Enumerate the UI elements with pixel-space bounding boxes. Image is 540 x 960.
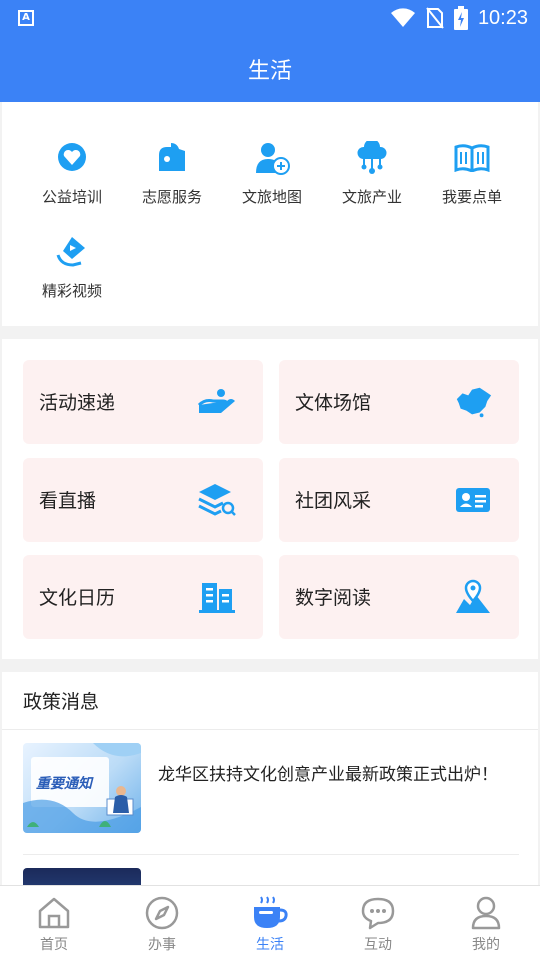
card-label: 活动速递	[39, 392, 116, 414]
tab-label: 互动	[364, 937, 392, 953]
title-bar: 生活	[0, 36, 540, 102]
app-notification-icon: A	[18, 10, 34, 26]
service-label: 文旅地图	[241, 188, 302, 206]
heart-hand-icon	[52, 138, 92, 178]
tab-life[interactable]: 生活	[216, 886, 324, 960]
status-bar: A 10:23	[0, 0, 540, 36]
clock: 10:23	[477, 6, 528, 29]
service-label: 公益培训	[41, 188, 102, 206]
tab-services[interactable]: 办事	[108, 886, 216, 960]
card-culture-calendar[interactable]: 文化日历	[23, 555, 263, 639]
service-label: 志愿服务	[141, 188, 202, 206]
layers-search-icon	[197, 480, 237, 520]
helping-hand-icon	[197, 382, 237, 422]
card-live-stream[interactable]: 看直播	[23, 458, 263, 542]
card-club-showcase[interactable]: 社团风采	[279, 458, 519, 542]
building-icon	[197, 577, 237, 617]
video-hand-icon	[52, 232, 92, 272]
service-public-training[interactable]: 公益培训	[22, 138, 122, 207]
service-order[interactable]: 我要点单	[422, 138, 522, 207]
tab-label: 办事	[148, 937, 176, 953]
id-card-icon	[453, 480, 493, 520]
service-culture-industry[interactable]: 文旅产业	[322, 138, 422, 207]
tab-home[interactable]: 首页	[0, 886, 108, 960]
page-title: 生活	[247, 59, 292, 84]
hands-icon	[152, 138, 192, 178]
bottom-tab-bar: 首页 办事 生活 互动 我的	[0, 885, 540, 960]
service-label: 文旅产业	[341, 188, 402, 206]
compass-icon	[143, 894, 181, 932]
tab-profile[interactable]: 我的	[432, 886, 540, 960]
map-pin-icon	[453, 577, 493, 617]
home-icon	[35, 894, 73, 932]
no-sim-icon	[426, 7, 444, 29]
news-title: 龙华区扶持文化创意产业最新政策正式出炉！	[158, 765, 498, 785]
policy-news-section: 政策消息 重要通知 龙华区扶持文化创意产业最新政策正式出炉！	[2, 672, 538, 886]
tab-label: 首页	[40, 937, 68, 953]
chat-bubble-icon	[359, 894, 397, 932]
feature-cards: 活动速递 文体场馆 看直播 社团风采 文化日历 数字阅读	[2, 339, 538, 659]
card-label: 社团风采	[295, 490, 372, 512]
card-label: 数字阅读	[295, 587, 372, 609]
user-icon	[467, 894, 505, 932]
card-label: 看直播	[39, 490, 97, 512]
news-thumbnail-text: 重要通知	[36, 776, 92, 792]
user-add-icon	[252, 138, 292, 178]
tab-label: 生活	[256, 937, 284, 953]
battery-icon	[453, 6, 468, 30]
service-volunteer[interactable]: 志愿服务	[122, 138, 222, 207]
news-thumbnail	[23, 868, 141, 886]
china-map-icon	[453, 382, 493, 422]
news-thumbnail: 重要通知	[23, 743, 141, 833]
tab-interact[interactable]: 互动	[324, 886, 432, 960]
service-culture-map[interactable]: 文旅地图	[222, 138, 322, 207]
service-videos[interactable]: 精彩视频	[22, 232, 122, 301]
wifi-icon	[390, 8, 415, 27]
news-item[interactable]: 重要通知 龙华区扶持文化创意产业最新政策正式出炉！	[23, 743, 519, 855]
service-grid: 公益培训 志愿服务 文旅地图 文旅产业 我要点单 精彩视频	[2, 102, 538, 326]
service-label: 精彩视频	[41, 282, 102, 300]
book-icon	[452, 138, 492, 178]
card-digital-reading[interactable]: 数字阅读	[279, 555, 519, 639]
service-label: 我要点单	[441, 188, 502, 206]
card-sports-venues[interactable]: 文体场馆	[279, 360, 519, 444]
section-title: 政策消息	[2, 672, 538, 730]
tab-label: 我的	[472, 937, 500, 953]
card-label: 文化日历	[39, 587, 116, 609]
card-activity-express[interactable]: 活动速递	[23, 360, 263, 444]
cloud-network-icon	[352, 138, 392, 178]
card-label: 文体场馆	[295, 392, 372, 414]
coffee-cup-icon	[251, 894, 289, 932]
